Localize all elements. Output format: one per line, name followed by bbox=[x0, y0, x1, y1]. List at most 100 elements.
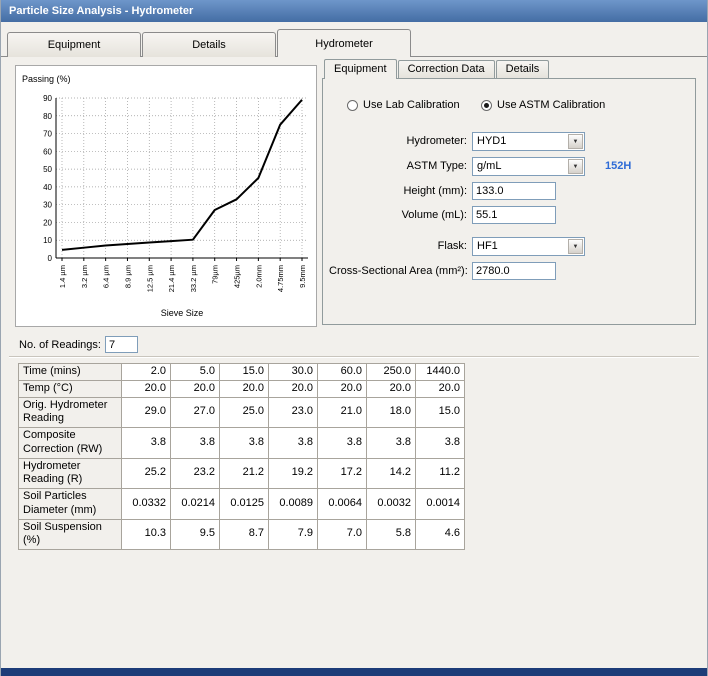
flask-combobox[interactable]: HF1 ▼ bbox=[472, 237, 585, 256]
svg-text:30: 30 bbox=[43, 201, 52, 210]
reading-cell[interactable]: 250.0 bbox=[367, 364, 416, 381]
main-tab-hydrometer[interactable]: Hydrometer bbox=[277, 29, 411, 57]
reading-cell[interactable]: 23.0 bbox=[269, 397, 318, 428]
svg-text:50: 50 bbox=[43, 165, 52, 174]
svg-text:70: 70 bbox=[43, 130, 52, 139]
main-tab-equipment[interactable]: Equipment bbox=[7, 32, 141, 57]
reading-cell[interactable]: 0.0214 bbox=[171, 489, 220, 520]
svg-text:9.5mm: 9.5mm bbox=[298, 265, 307, 288]
readings-count-input[interactable] bbox=[105, 336, 138, 353]
row-label: Temp (°C) bbox=[19, 380, 122, 397]
lab-calibration-option[interactable]: Use Lab Calibration bbox=[347, 99, 460, 111]
hydrometer-field-row: Hydrometer: HYD1 ▼ bbox=[329, 131, 689, 151]
svg-text:90: 90 bbox=[43, 94, 52, 103]
reading-cell[interactable]: 3.8 bbox=[318, 428, 367, 459]
reading-cell[interactable]: 7.9 bbox=[269, 519, 318, 550]
table-row: Time (mins)2.05.015.030.060.0250.01440.0 bbox=[19, 364, 465, 381]
reading-cell[interactable]: 21.0 bbox=[318, 397, 367, 428]
svg-text:425µm: 425µm bbox=[233, 265, 242, 288]
astm-type-combobox[interactable]: g/mL ▼ bbox=[472, 157, 585, 176]
reading-cell[interactable]: 20.0 bbox=[220, 380, 269, 397]
reading-cell[interactable]: 2.0 bbox=[122, 364, 171, 381]
lab-calibration-label: Use Lab Calibration bbox=[363, 99, 460, 111]
reading-cell[interactable]: 4.6 bbox=[416, 519, 465, 550]
svg-text:6.4 µm: 6.4 µm bbox=[102, 265, 111, 288]
main-tab-strip: EquipmentDetailsHydrometer bbox=[7, 29, 412, 56]
table-row: Soil Particles Diameter (mm)0.03320.0214… bbox=[19, 489, 465, 520]
reading-cell[interactable]: 1440.0 bbox=[416, 364, 465, 381]
reading-cell[interactable]: 17.2 bbox=[318, 458, 367, 489]
sub-tab-correction-data[interactable]: Correction Data bbox=[398, 60, 495, 78]
table-row: Soil Suspension (%)10.39.58.77.97.05.84.… bbox=[19, 519, 465, 550]
table-row: Hydrometer Reading (R)25.223.221.219.217… bbox=[19, 458, 465, 489]
reading-cell[interactable]: 23.2 bbox=[171, 458, 220, 489]
reading-cell[interactable]: 20.0 bbox=[122, 380, 171, 397]
reading-cell[interactable]: 3.8 bbox=[171, 428, 220, 459]
svg-text:1.4 µm: 1.4 µm bbox=[58, 265, 67, 288]
svg-text:Passing (%): Passing (%) bbox=[22, 74, 71, 84]
astm-calibration-radio[interactable] bbox=[481, 100, 492, 111]
flask-field-row: Flask: HF1 ▼ bbox=[329, 236, 689, 256]
astm-calibration-option[interactable]: Use ASTM Calibration bbox=[481, 99, 605, 111]
height-input[interactable] bbox=[472, 182, 556, 200]
reading-cell[interactable]: 3.8 bbox=[122, 428, 171, 459]
flask-label: Flask: bbox=[329, 240, 472, 252]
reading-cell[interactable]: 0.0125 bbox=[220, 489, 269, 520]
reading-cell[interactable]: 0.0032 bbox=[367, 489, 416, 520]
reading-cell[interactable]: 20.0 bbox=[171, 380, 220, 397]
hydrometer-combobox[interactable]: HYD1 ▼ bbox=[472, 132, 585, 151]
reading-cell[interactable]: 29.0 bbox=[122, 397, 171, 428]
reading-cell[interactable]: 21.2 bbox=[220, 458, 269, 489]
reading-cell[interactable]: 9.5 bbox=[171, 519, 220, 550]
reading-cell[interactable]: 5.8 bbox=[367, 519, 416, 550]
reading-cell[interactable]: 3.8 bbox=[416, 428, 465, 459]
reading-cell[interactable]: 10.3 bbox=[122, 519, 171, 550]
volume-field-row: Volume (mL): bbox=[329, 205, 689, 225]
reading-cell[interactable]: 60.0 bbox=[318, 364, 367, 381]
svg-text:Sieve Size: Sieve Size bbox=[161, 308, 204, 318]
svg-text:8.9 µm: 8.9 µm bbox=[123, 265, 132, 288]
reading-cell[interactable]: 20.0 bbox=[416, 380, 465, 397]
svg-text:21.4 µm: 21.4 µm bbox=[167, 265, 176, 292]
reading-cell[interactable]: 7.0 bbox=[318, 519, 367, 550]
reading-cell[interactable]: 5.0 bbox=[171, 364, 220, 381]
astm-type-label: ASTM Type: bbox=[329, 160, 472, 172]
reading-cell[interactable]: 27.0 bbox=[171, 397, 220, 428]
reading-cell[interactable]: 0.0332 bbox=[122, 489, 171, 520]
reading-cell[interactable]: 25.0 bbox=[220, 397, 269, 428]
readings-table: Time (mins)2.05.015.030.060.0250.01440.0… bbox=[18, 363, 465, 550]
reading-cell[interactable]: 3.8 bbox=[220, 428, 269, 459]
title-bar: Particle Size Analysis - Hydrometer bbox=[1, 0, 708, 22]
reading-cell[interactable]: 25.2 bbox=[122, 458, 171, 489]
reading-cell[interactable]: 20.0 bbox=[269, 380, 318, 397]
main-tab-details[interactable]: Details bbox=[142, 32, 276, 57]
reading-cell[interactable]: 20.0 bbox=[367, 380, 416, 397]
reading-cell[interactable]: 0.0014 bbox=[416, 489, 465, 520]
reading-cell[interactable]: 30.0 bbox=[269, 364, 318, 381]
lab-calibration-radio[interactable] bbox=[347, 100, 358, 111]
sub-tab-equipment[interactable]: Equipment bbox=[324, 59, 397, 79]
reading-cell[interactable]: 14.2 bbox=[367, 458, 416, 489]
svg-text:12.5 µm: 12.5 µm bbox=[145, 265, 154, 292]
chevron-down-icon[interactable]: ▼ bbox=[568, 239, 583, 254]
reading-cell[interactable]: 18.0 bbox=[367, 397, 416, 428]
sub-tab-details[interactable]: Details bbox=[496, 60, 550, 78]
particle-size-analysis-window: Particle Size Analysis - Hydrometer Equi… bbox=[0, 0, 708, 676]
reading-cell[interactable]: 0.0064 bbox=[318, 489, 367, 520]
reading-cell[interactable]: 0.0089 bbox=[269, 489, 318, 520]
reading-cell[interactable]: 3.8 bbox=[367, 428, 416, 459]
reading-cell[interactable]: 20.0 bbox=[318, 380, 367, 397]
reading-cell[interactable]: 11.2 bbox=[416, 458, 465, 489]
reading-cell[interactable]: 8.7 bbox=[220, 519, 269, 550]
volume-input[interactable] bbox=[472, 206, 556, 224]
volume-label: Volume (mL): bbox=[329, 209, 472, 221]
cross-area-input[interactable] bbox=[472, 262, 556, 280]
reading-cell[interactable]: 15.0 bbox=[220, 364, 269, 381]
passing-chart-svg: 01020304050607080901.4 µm3.2 µm6.4 µm8.9… bbox=[16, 66, 316, 326]
reading-cell[interactable]: 15.0 bbox=[416, 397, 465, 428]
reading-cell[interactable]: 19.2 bbox=[269, 458, 318, 489]
chevron-down-icon[interactable]: ▼ bbox=[568, 159, 583, 174]
chevron-down-icon[interactable]: ▼ bbox=[568, 134, 583, 149]
reading-cell[interactable]: 3.8 bbox=[269, 428, 318, 459]
hydrometer-subtab-control: EquipmentCorrection DataDetails Use Lab … bbox=[322, 59, 696, 325]
